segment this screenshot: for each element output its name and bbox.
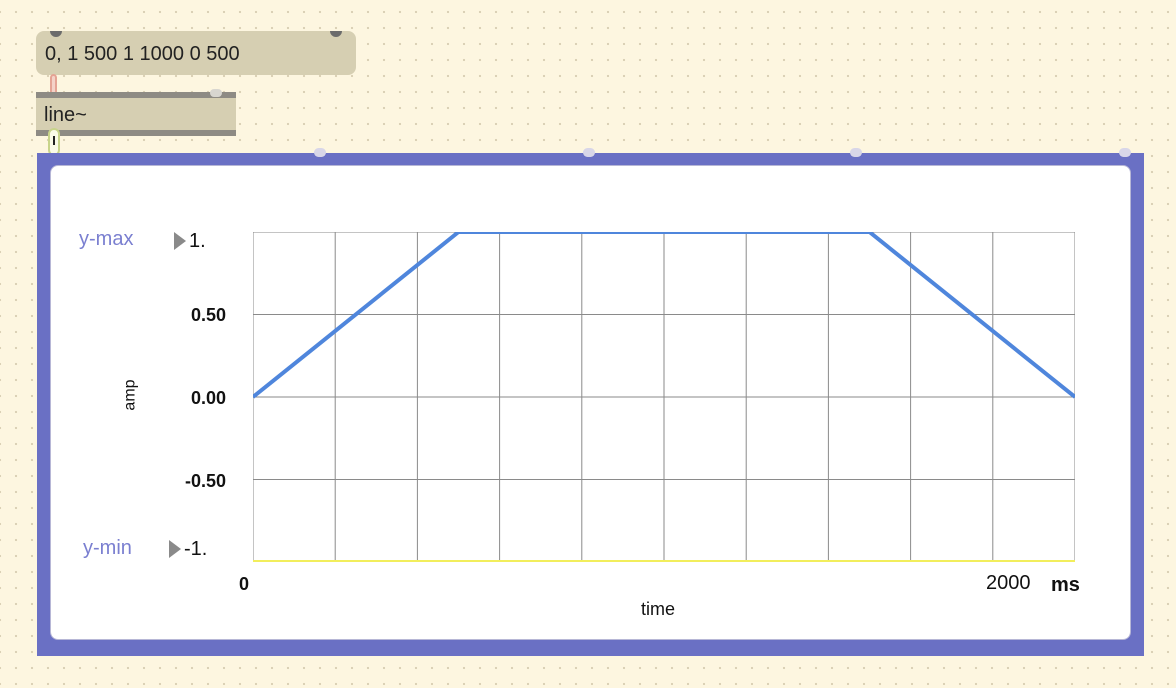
y-min-label: y-min xyxy=(83,537,132,559)
message-box[interactable]: 0, 1 500 1 1000 0 500 xyxy=(36,31,356,75)
y-max-arrow-icon[interactable] xyxy=(174,232,186,250)
line-chart xyxy=(253,232,1075,562)
plot-panel: y-max 1. 0.50 0.00 -0.50 amp y-min -1. 0… xyxy=(50,165,1131,640)
line-object-box[interactable]: line~ xyxy=(36,92,236,136)
inlet-dot[interactable] xyxy=(850,148,862,157)
object-text: line~ xyxy=(44,104,87,126)
inlet-dot[interactable] xyxy=(330,31,342,37)
y-tick-label: 0.00 xyxy=(190,388,226,408)
x-start-label: 0 xyxy=(239,574,250,594)
x-end-label: 2000 xyxy=(986,572,1031,594)
outlet-cord[interactable] xyxy=(48,128,60,156)
x-axis-label: time xyxy=(641,599,676,619)
y-max-label: y-max xyxy=(79,228,134,250)
inlet-dot[interactable] xyxy=(314,148,326,157)
y-tick-label: -0.50 xyxy=(184,471,226,491)
message-text: 0, 1 500 1 1000 0 500 xyxy=(45,43,240,65)
y-min-value[interactable]: -1. xyxy=(184,538,207,561)
inlet-dot[interactable] xyxy=(1119,148,1131,157)
inlet-dot[interactable] xyxy=(210,89,222,97)
inlet-dot[interactable] xyxy=(583,148,595,157)
y-axis-label: amp xyxy=(121,379,139,411)
y-tick-label: 0.50 xyxy=(190,305,226,325)
x-unit-label: ms xyxy=(1051,574,1080,596)
inlet-dot[interactable] xyxy=(50,31,62,37)
y-max-value[interactable]: 1. xyxy=(189,230,206,253)
y-min-arrow-icon[interactable] xyxy=(169,540,181,558)
plot-frame[interactable]: y-max 1. 0.50 0.00 -0.50 amp y-min -1. 0… xyxy=(37,148,1144,656)
